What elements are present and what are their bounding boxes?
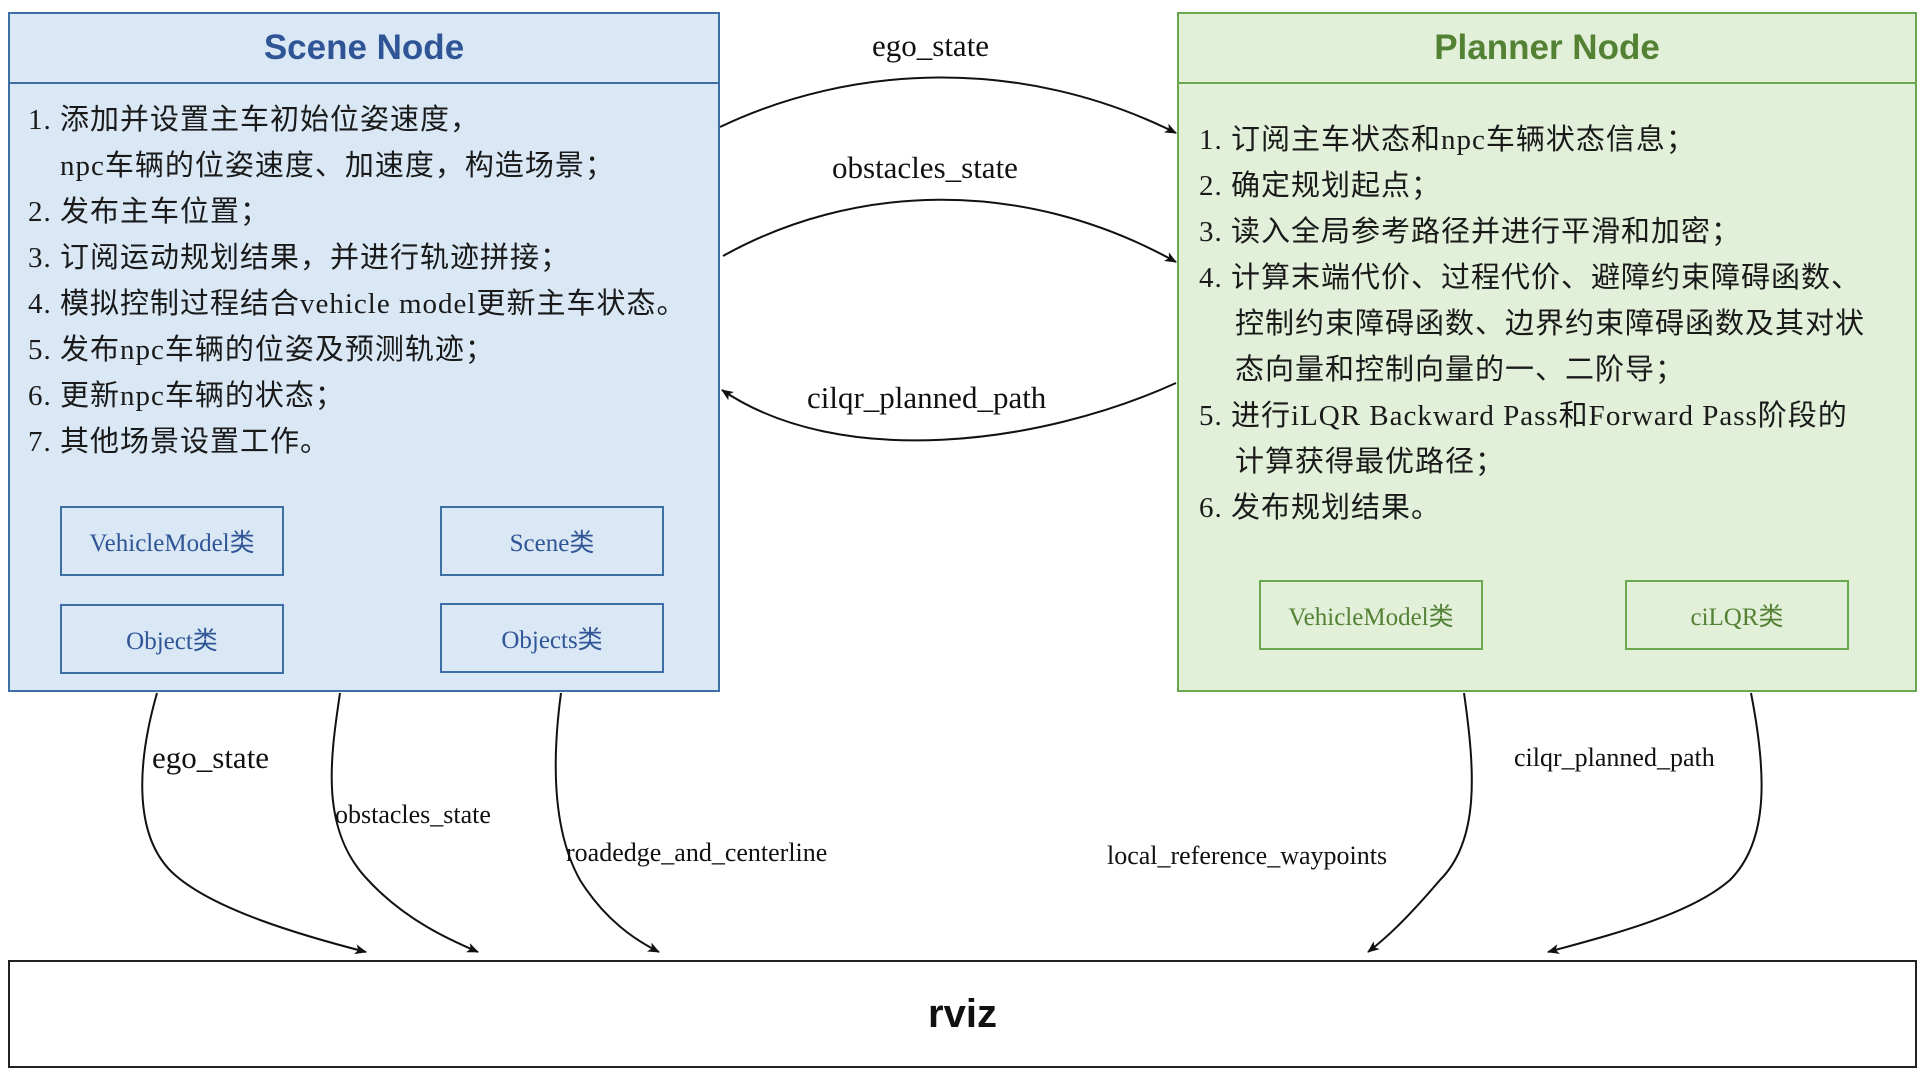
- rviz-box: rviz: [8, 960, 1917, 1068]
- ego-state-bottom-label: ego_state: [152, 740, 270, 775]
- obstacles-state-top-arrow: [722, 198, 1177, 263]
- object-class-box: Object类: [60, 604, 284, 674]
- local-reference-waypoints-arrow: [1367, 692, 1473, 953]
- scene-step-1-cont: npc车辆的位姿速度、加速度，构造场景；: [60, 150, 615, 182]
- local-reference-waypoints-label: local_reference_waypoints: [1107, 841, 1388, 870]
- ego-state-top-arrow: [719, 76, 1177, 134]
- planner-step-6: 6. 发布规划结果。: [1199, 492, 1442, 524]
- rviz-title: rviz: [928, 991, 997, 1036]
- planner-step-4: 4. 计算末端代价、过程代价、避障约束障碍函数、: [1199, 262, 1862, 294]
- scene-step-4: 4. 模拟控制过程结合vehicle model更新主车状态。: [28, 288, 687, 320]
- scene-step-2: 2. 发布主车位置；: [28, 196, 271, 228]
- scene-step-5: 5. 发布npc车辆的位姿及预测轨迹；: [28, 334, 495, 366]
- scene-step-1: 1. 添加并设置主车初始位姿速度，: [28, 104, 481, 136]
- scene-step-7: 7. 其他场景设置工作。: [28, 426, 331, 458]
- planner-node-title: Planner Node: [1179, 14, 1915, 84]
- ego-state-top-label: ego_state: [872, 28, 990, 63]
- planner-step-5: 5. 进行iLQR Backward Pass和Forward Pass阶段的: [1199, 400, 1848, 432]
- roadedge-centerline-label: roadedge_and_centerline: [566, 838, 828, 867]
- planner-node: Planner Node 1. 订阅主车状态和npc车辆状态信息； 2. 确定规…: [1177, 12, 1917, 692]
- scene-class-box: Scene类: [440, 506, 664, 576]
- planner-vehicle-model-class-box: VehicleModel类: [1259, 580, 1483, 650]
- planner-step-1: 1. 订阅主车状态和npc车辆状态信息；: [1199, 124, 1696, 156]
- scene-step-6: 6. 更新npc车辆的状态；: [28, 380, 345, 412]
- scene-node: Scene Node 1. 添加并设置主车初始位姿速度， npc车辆的位姿速度、…: [8, 12, 720, 692]
- cilqr-planned-path-bottom-arrow: [1547, 692, 1763, 954]
- obstacles-state-bottom-label: obstacles_state: [335, 800, 491, 829]
- planner-step-5-cont: 计算获得最优路径；: [1235, 446, 1506, 478]
- roadedge-centerline-arrow: [554, 692, 660, 953]
- cilqr-planned-path-bottom-label: cilqr_planned_path: [1514, 743, 1715, 772]
- planner-step-3: 3. 读入全局参考路径并进行平滑和加密；: [1199, 216, 1742, 248]
- obstacles-state-top-label: obstacles_state: [832, 150, 1018, 185]
- planner-step-2: 2. 确定规划起点；: [1199, 170, 1442, 202]
- cilqr-class-box: ciLQR类: [1625, 580, 1849, 650]
- planner-step-4-cont-1: 控制约束障碍函数、边界约束障碍函数及其对状: [1235, 308, 1866, 340]
- cilqr-planned-path-mid-label: cilqr_planned_path: [807, 380, 1047, 415]
- planner-step-4-cont-2: 态向量和控制向量的一、二阶导；: [1235, 354, 1686, 386]
- vehicle-model-class-box: VehicleModel类: [60, 506, 284, 576]
- scene-node-title: Scene Node: [10, 14, 718, 84]
- scene-step-3: 3. 订阅运动规划结果，并进行轨迹拼接；: [28, 242, 571, 274]
- ego-state-bottom-arrow: [141, 692, 367, 955]
- objects-class-box: Objects类: [440, 603, 664, 673]
